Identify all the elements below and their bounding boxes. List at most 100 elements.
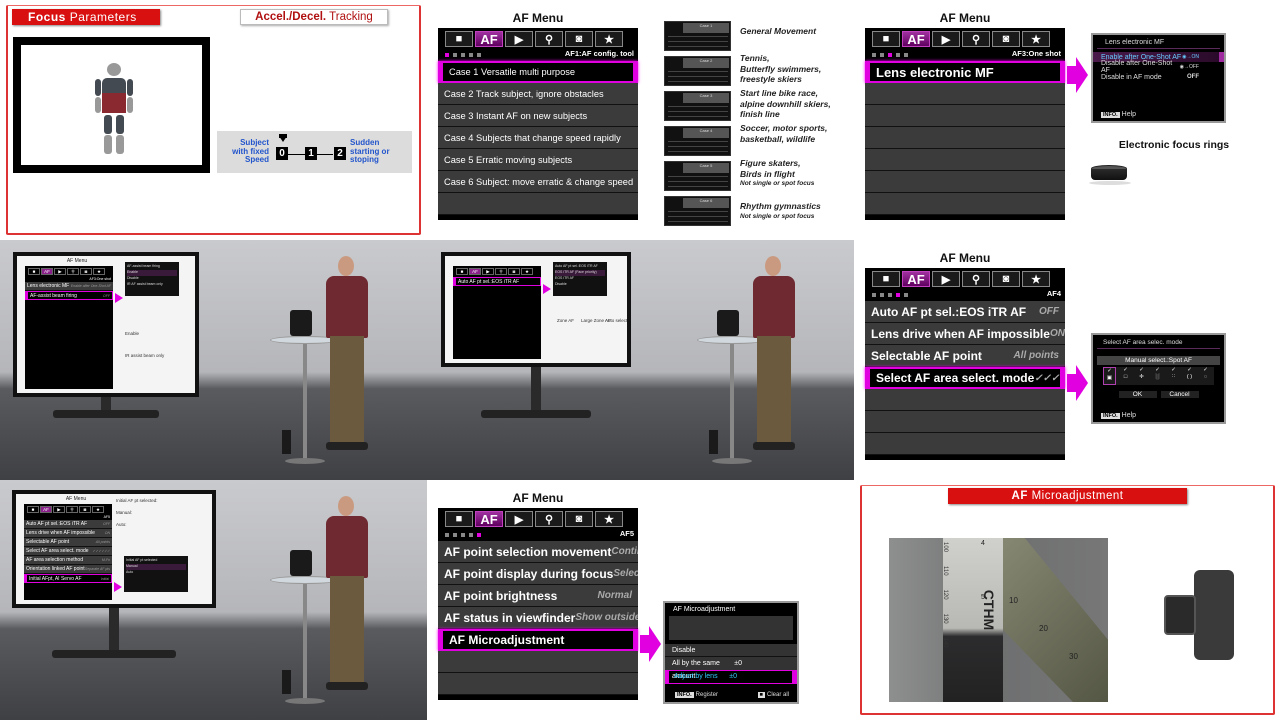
case-thumbnail[interactable]: Case 1 [664,21,731,51]
option-all-same-amount[interactable]: All by the same amount ±0 [665,657,797,680]
page-dot[interactable] [896,293,900,297]
star-icon[interactable]: ★ [1022,271,1050,287]
help-hint[interactable]: INFO. Help [1101,412,1136,419]
page-dot[interactable] [888,53,892,57]
case-thumbnail[interactable]: Case 5 [664,161,731,191]
area-mode-option[interactable]: ✓ ░ [1151,367,1164,385]
option-disable-after-one-shot[interactable]: Disable after One-Shot AF ◉→OFF [1093,60,1224,74]
camera-icon[interactable]: ■ [445,31,473,47]
option-disable-in-af-mode[interactable]: Disable in AF mode OFF [1093,72,1224,82]
wrench-icon[interactable]: ⚲ [535,31,563,47]
scale-0[interactable]: 0 [276,147,288,160]
menu-row[interactable]: AF point display during focusSelected AF… [438,563,638,585]
page-dot[interactable] [896,53,900,57]
menu-row[interactable] [865,411,1065,433]
menu-row[interactable] [865,389,1065,411]
wrench-icon[interactable]: ⚲ [535,511,563,527]
menu-row[interactable] [438,651,638,673]
menu-row[interactable]: Case 3 Instant AF on new subjects [438,105,638,127]
area-mode-option[interactable]: ✓ ✛ [1135,367,1148,385]
page-dot[interactable] [469,533,473,537]
page-dot[interactable] [880,293,884,297]
menu-row[interactable]: Case 4 Subjects that change speed rapidl… [438,127,638,149]
camera-icon[interactable]: ■ [445,511,473,527]
cancel-button[interactable]: Cancel [1160,391,1199,398]
menu-row[interactable] [865,83,1065,105]
playback-icon[interactable]: ▶ [932,31,960,47]
scale-1[interactable]: 1 [305,147,317,160]
menu-row[interactable]: Lens electronic MF [865,61,1065,83]
wrench-icon[interactable]: ⚲ [962,31,990,47]
menu-row[interactable]: AF point selection movementContinuous [438,541,638,563]
menu-row[interactable] [865,105,1065,127]
register-hint[interactable]: INFO. Register [675,692,718,698]
page-dot[interactable] [888,293,892,297]
camera-icon[interactable]: ■ [872,31,900,47]
menu-row[interactable]: AF Microadjustment [438,629,638,651]
page-dot[interactable] [477,53,481,57]
playback-icon[interactable]: ▶ [932,271,960,287]
playback-icon[interactable]: ▶ [505,31,533,47]
star-icon[interactable]: ★ [595,31,623,47]
page-dot[interactable] [445,53,449,57]
menu-row[interactable] [865,149,1065,171]
page-dot[interactable] [872,293,876,297]
wrench-icon[interactable]: ⚲ [962,271,990,287]
custom-camera-icon[interactable]: ◙ [992,271,1020,287]
case-thumbnail[interactable]: Case 3 [664,91,731,121]
clear-all-hint[interactable]: ■ Clear all [757,692,789,698]
star-icon[interactable]: ★ [595,511,623,527]
custom-camera-icon[interactable]: ◙ [565,31,593,47]
area-mode-option[interactable]: ✓( ) [1183,367,1196,385]
area-mode-option[interactable]: ✓ □ [1119,367,1132,385]
menu-row[interactable]: Selectable AF point All points [865,345,1065,367]
menu-row[interactable]: Auto AF pt sel.:EOS iTR AF OFF [865,301,1065,323]
case-thumbnail[interactable]: Case 2 [664,56,731,86]
page-dot[interactable] [872,53,876,57]
menu-row[interactable] [438,673,638,695]
option-disable[interactable]: Disable [665,644,797,657]
menu-row[interactable] [438,193,638,215]
custom-camera-icon[interactable]: ◙ [992,31,1020,47]
page-dot[interactable] [904,53,908,57]
scale-2[interactable]: 2 [334,147,346,160]
menu-row[interactable]: Lens drive when AF impossible ON [865,323,1065,345]
page-dot[interactable] [477,533,481,537]
ok-button[interactable]: OK [1118,391,1157,398]
menu-row[interactable]: Case 1 Versatile multi purpose [438,61,638,83]
page-dot[interactable] [453,533,457,537]
star-icon[interactable]: ★ [1022,31,1050,47]
area-mode-option[interactable]: ✓ ◌ [1199,367,1212,385]
tab-af[interactable]: AF [475,511,503,527]
menu-row[interactable] [865,127,1065,149]
page-dot[interactable] [469,53,473,57]
menu-row[interactable]: Select AF area select. mode✓✓✓✓✓✓✓ [865,367,1065,389]
help-hint[interactable]: INFO. Help [1101,111,1136,118]
menu-row[interactable]: AF point brightness Normal [438,585,638,607]
menu-row[interactable]: Case 6 Subject: move erratic & change sp… [438,171,638,193]
page-dot[interactable] [461,53,465,57]
custom-camera-icon[interactable]: ◙ [565,511,593,527]
area-mode-option[interactable]: ✓ ▣ [1103,367,1116,385]
page-dot[interactable] [461,533,465,537]
menu-row[interactable] [865,171,1065,193]
playback-icon[interactable]: ▶ [505,511,533,527]
page-dot[interactable] [880,53,884,57]
case-thumbnail[interactable]: Case 6 [664,196,731,226]
page-dot[interactable] [453,53,457,57]
option-adjust-by-lens[interactable]: Adjust by lens ±0 [665,670,797,684]
menu-row[interactable]: Case 5 Erratic moving subjects [438,149,638,171]
thumb-line [668,146,728,147]
menu-row[interactable]: Case 2 Track subject, ignore obstacles [438,83,638,105]
tab-af[interactable]: AF [902,31,930,47]
case-thumbnail[interactable]: Case 4 [664,126,731,156]
menu-row[interactable]: AF status in viewfinderShow outside view [438,607,638,629]
tab-af[interactable]: AF [902,271,930,287]
page-dot[interactable] [445,533,449,537]
area-mode-option[interactable]: ✓ ∷ [1167,367,1180,385]
tab-af[interactable]: AF [475,31,503,47]
page-dot[interactable] [904,293,908,297]
menu-row[interactable] [865,193,1065,215]
camera-icon[interactable]: ■ [872,271,900,287]
menu-row[interactable] [865,433,1065,455]
